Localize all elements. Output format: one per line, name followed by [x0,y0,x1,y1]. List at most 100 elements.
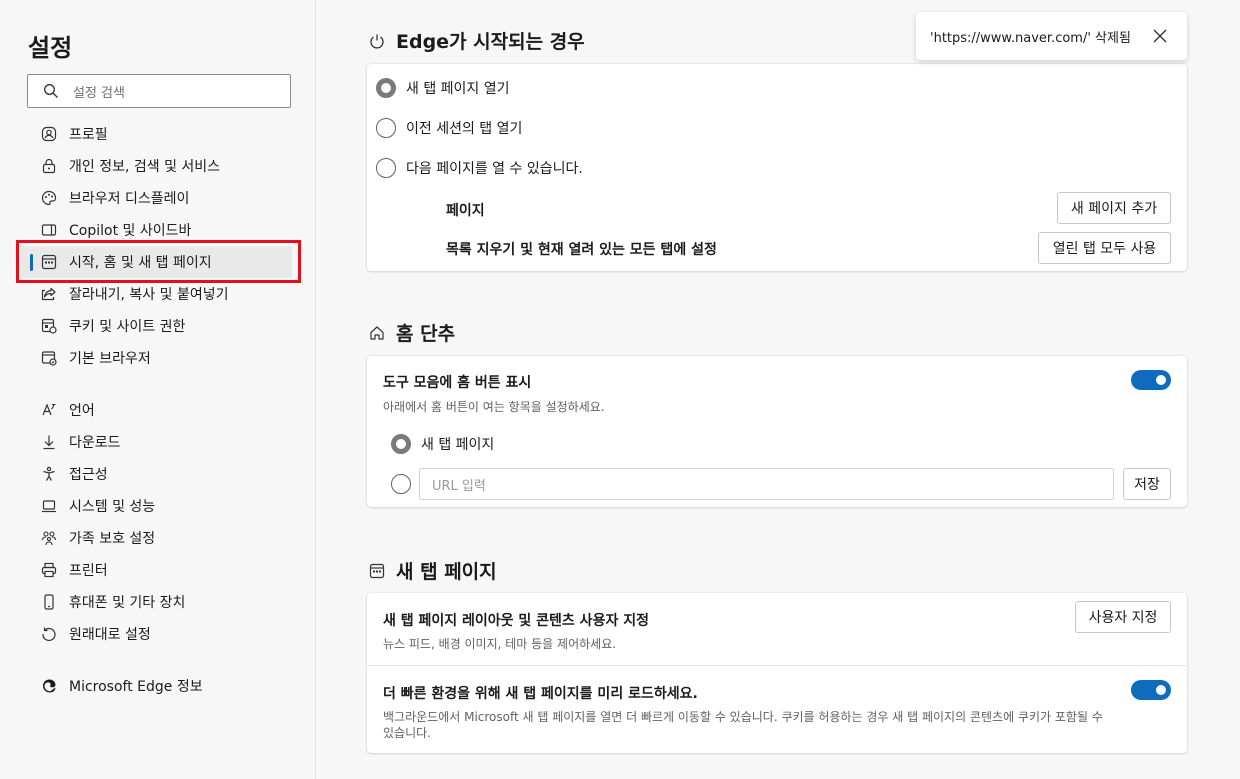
share-icon [40,285,58,303]
search-placeholder: 설정 검색 [73,85,125,101]
lock-icon [40,157,58,175]
default-browser-icon [40,349,58,367]
startup-section-title: Edge가 시작되는 경우 [368,27,585,54]
newtab-title-text: 새 탭 페이지 [396,561,497,583]
search-input[interactable]: 설정 검색 [27,74,291,108]
sidebar-item-appearance[interactable]: 브라우저 디스플레이 [20,182,292,214]
pages-label: 페이지 [446,203,485,219]
sidebar-item-about[interactable]: Microsoft Edge 정보 [20,670,292,702]
reset-icon [40,625,58,643]
preload-desc-line2: 있습니다. [383,726,431,740]
edge-logo-icon [40,677,58,695]
accessibility-icon [40,465,58,483]
sidebar-item-cookies[interactable]: 쿠키 및 사이트 권한 [20,310,292,342]
home-icon [368,324,386,342]
show-home-toggle[interactable] [1131,370,1171,390]
use-all-open-tabs-button[interactable]: 열린 탭 모두 사용 [1038,232,1171,264]
startup-option-previous-session[interactable]: 이전 세션의 탭 열기 [376,118,522,138]
new-tab-icon [368,562,386,580]
toast-message: 'https://www.naver.com/' 삭제됨 [930,30,1131,46]
sidebar-item-system[interactable]: 시스템 및 성능 [20,490,292,522]
sidebar-item-label: 개인 정보, 검색 및 서비스 [69,159,221,175]
sidebar-item-profile[interactable]: 프로필 [20,118,292,150]
preload-desc-line1: 백그라운드에서 Microsoft 새 탭 페이지를 열면 더 빠르게 이동할 … [383,710,1103,724]
deleted-toast: 'https://www.naver.com/' 삭제됨 [916,12,1187,60]
search-icon [43,83,59,99]
sidebar-item-label: 잘라내기, 복사 및 붙여넣기 [69,287,229,303]
sidebar-item-label: 가족 보호 설정 [69,531,156,547]
sidebar-item-printers[interactable]: 프린터 [20,554,292,586]
download-icon [40,433,58,451]
phone-icon [40,593,58,611]
toggle-knob [1156,685,1166,695]
divider [367,665,1187,666]
sidebar-item-downloads[interactable]: 다운로드 [20,426,292,458]
printer-icon [40,561,58,579]
language-icon [40,401,58,419]
radio-selected[interactable] [391,434,411,454]
sidebar-item-label: 프린터 [69,563,108,579]
save-button[interactable]: 저장 [1123,468,1171,500]
newtab-card: 새 탭 페이지 레이아웃 및 콘텐츠 사용자 지정 뉴스 피드, 배경 이미지,… [367,593,1187,753]
toggle-knob [1156,375,1166,385]
customize-button[interactable]: 사용자 지정 [1075,601,1171,633]
sidebar-item-default-browser[interactable]: 기본 브라우저 [20,342,292,374]
newtab-section-title: 새 탭 페이지 [368,557,497,584]
radio-selected[interactable] [376,78,396,98]
sidebar-item-label: 원래대로 설정 [69,627,151,643]
sidebar-item-family[interactable]: 가족 보호 설정 [20,522,292,554]
home-option-new-tab[interactable]: 새 탭 페이지 [391,434,494,454]
sidebar-item-label: Microsoft Edge 정보 [69,679,203,695]
sidebar-item-copilot[interactable]: Copilot 및 사이드바 [20,214,292,246]
sidebar-item-phone[interactable]: 휴대폰 및 기타 장치 [20,586,292,618]
home-option-url[interactable] [391,474,421,494]
sidebar-item-label: 프로필 [69,127,108,143]
sidebar-item-label: 다운로드 [69,435,121,451]
startup-card: 새 탭 페이지 열기 이전 세션의 탭 열기 다음 페이지를 열 수 있습니다.… [367,64,1187,271]
power-icon [368,32,386,50]
option-label: 새 탭 페이지 열기 [406,81,510,97]
laptop-icon [40,497,58,515]
radio-unselected[interactable] [376,118,396,138]
sidebar-item-label: 접근성 [69,467,108,483]
sidebar-item-label: 시스템 및 성능 [69,499,156,515]
add-page-button[interactable]: 새 페이지 추가 [1057,192,1171,224]
customize-label: 새 탭 페이지 레이아웃 및 콘텐츠 사용자 지정 [383,613,649,629]
clear-and-set-label: 목록 지우기 및 현재 열려 있는 모든 탭에 설정 [446,242,717,258]
palette-icon [40,189,58,207]
radio-unselected[interactable] [376,158,396,178]
option-label: 새 탭 페이지 [421,437,495,453]
sidebar-item-label: 휴대폰 및 기타 장치 [69,595,186,611]
sidebar-item-share-copy-paste[interactable]: 잘라내기, 복사 및 붙여넣기 [20,278,292,310]
sidebar-item-label: 쿠키 및 사이트 권한 [69,319,186,335]
sidebar-item-label: 언어 [69,403,95,419]
sidebar-item-privacy[interactable]: 개인 정보, 검색 및 서비스 [20,150,292,182]
sidebar-item-label: 브라우저 디스플레이 [69,191,190,207]
customize-desc: 뉴스 피드, 배경 이미지, 테마 등을 제어하세요. [383,637,617,651]
sidebar-item-accessibility[interactable]: 접근성 [20,458,292,490]
sidebar-item-start-home-newtab[interactable]: 시작, 홈 및 새 탭 페이지 [20,246,292,278]
startup-title-text: Edge가 시작되는 경우 [396,31,585,53]
radio-unselected[interactable] [391,474,411,494]
settings-sidebar: 설정 설정 검색 프로필 개인 정보, 검색 및 서비스 브라우저 디스플레이 … [0,0,316,779]
sidebar-item-reset[interactable]: 원래대로 설정 [20,618,292,650]
sidebar-item-label: 시작, 홈 및 새 탭 페이지 [69,255,212,271]
sidebar-item-label: 기본 브라우저 [69,351,151,367]
url-placeholder: URL 입력 [432,478,486,494]
startup-option-specific-pages[interactable]: 다음 페이지를 열 수 있습니다. [376,158,583,178]
preload-toggle[interactable] [1131,680,1171,700]
profile-icon [40,125,58,143]
sidebar-item-languages[interactable]: 언어 [20,394,292,426]
startup-option-new-tab[interactable]: 새 탭 페이지 열기 [376,78,510,98]
close-icon[interactable] [1152,28,1168,44]
home-section-title: 홈 단추 [368,319,455,346]
home-url-input[interactable]: URL 입력 [419,468,1114,500]
family-icon [40,529,58,547]
sidebar-icon [40,221,58,239]
home-card: 도구 모음에 홈 버튼 표시 아래에서 홈 버튼이 여는 항목을 설정하세요. … [367,356,1187,507]
home-title-text: 홈 단추 [396,323,456,345]
option-label: 다음 페이지를 열 수 있습니다. [406,161,583,177]
sidebar-title: 설정 [28,34,73,62]
site-permissions-icon [40,317,58,335]
show-home-desc: 아래에서 홈 버튼이 여는 항목을 설정하세요. [383,400,605,414]
